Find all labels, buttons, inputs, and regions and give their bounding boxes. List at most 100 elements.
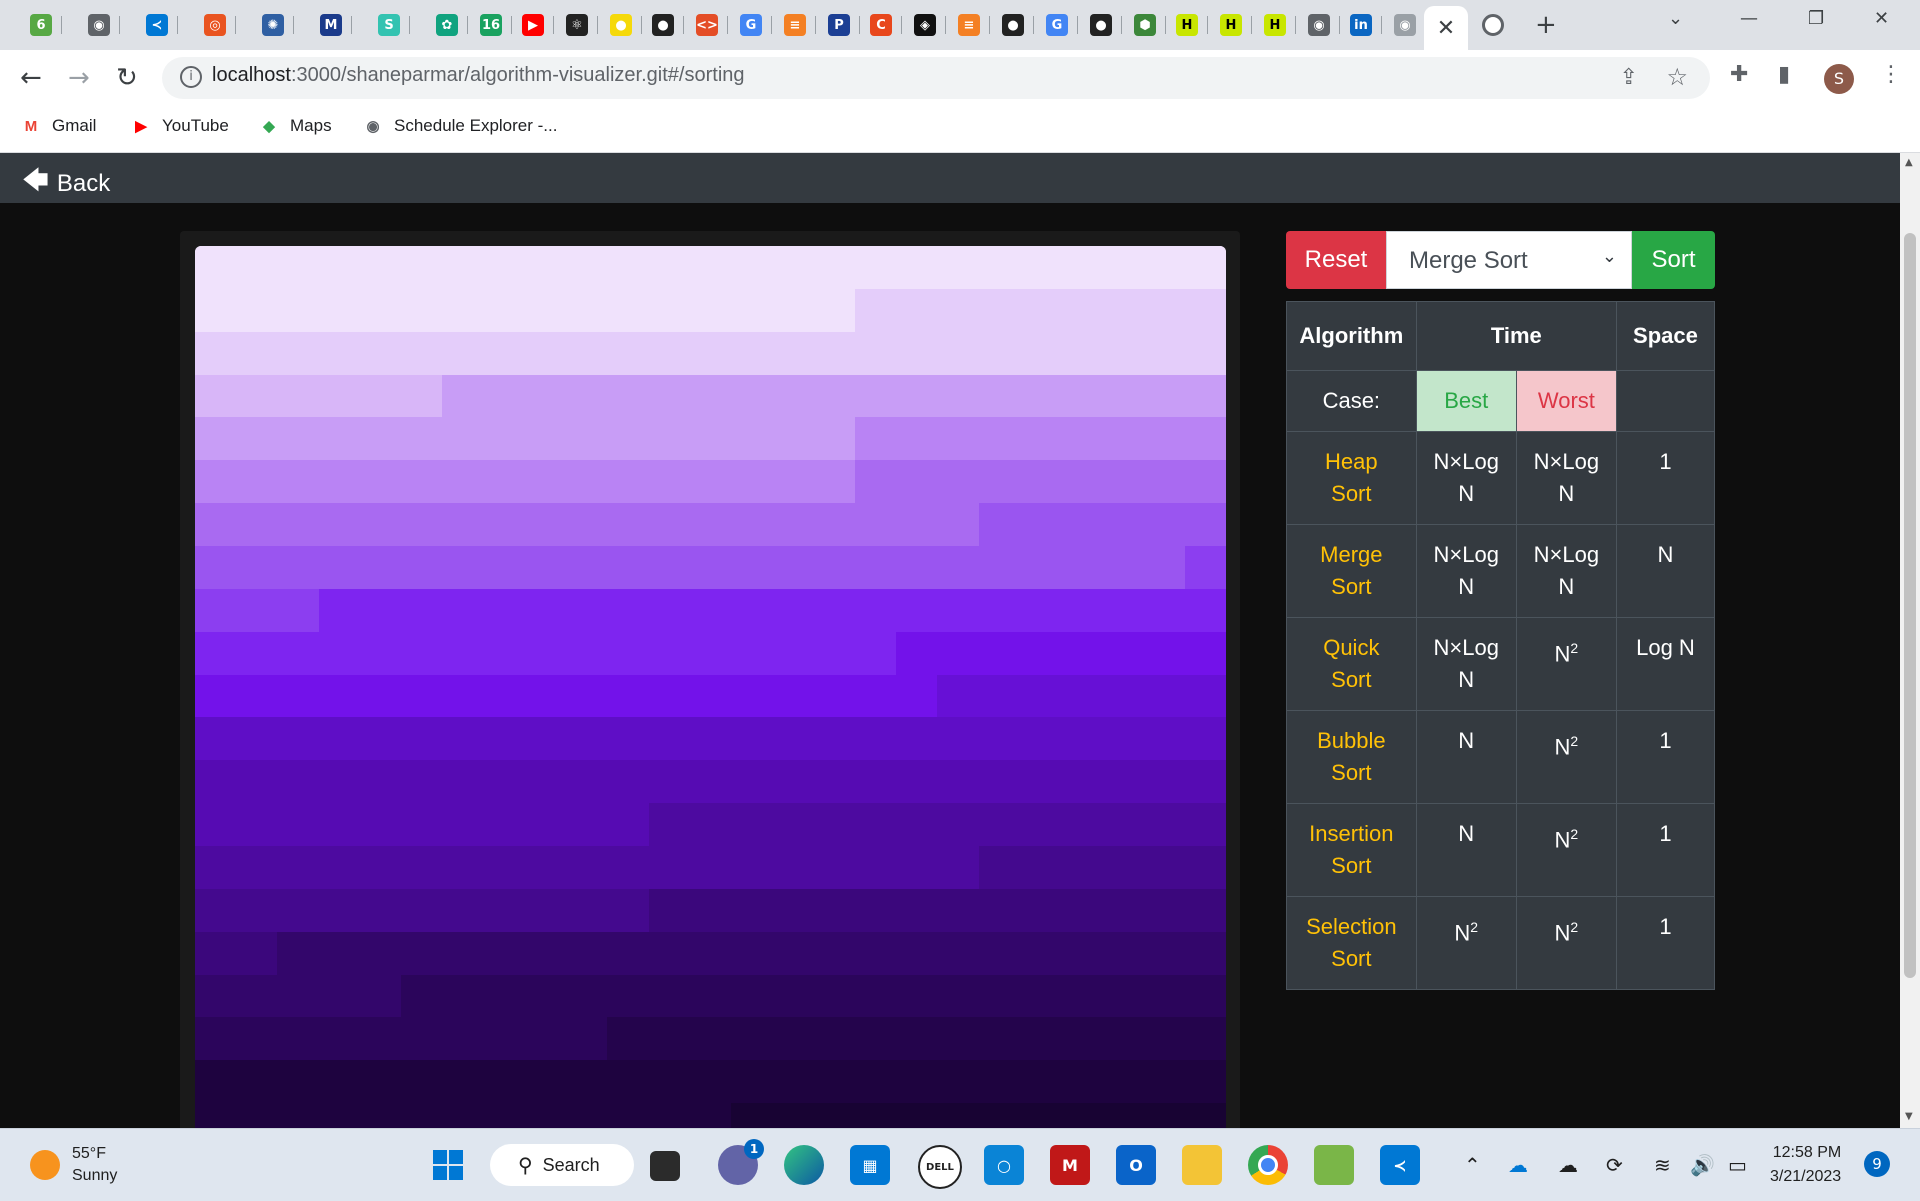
- side-panel-icon[interactable]: ▮: [1778, 62, 1790, 87]
- extensions-icon[interactable]: ✚: [1730, 62, 1748, 87]
- algorithm-select[interactable]: Merge Sort ⌄: [1386, 231, 1632, 289]
- tab-9[interactable]: ▶: [514, 8, 554, 42]
- sort-bar: [195, 717, 1226, 762]
- back-arrow-icon[interactable]: ←: [20, 64, 42, 92]
- github-icon: ●: [1090, 14, 1112, 36]
- tab-22[interactable]: ●: [1082, 8, 1122, 42]
- tab-26[interactable]: H: [1256, 8, 1296, 42]
- scroll-up-icon[interactable]: ▲: [1905, 157, 1913, 168]
- tab-active[interactable]: ✕: [1424, 6, 1468, 50]
- task-view-icon[interactable]: [650, 1151, 680, 1181]
- profile-avatar[interactable]: S: [1824, 64, 1854, 94]
- best-complexity: N×Log N: [1415, 524, 1517, 618]
- restore-button[interactable]: ❐: [1808, 8, 1824, 29]
- scroll-down-icon[interactable]: ▼: [1905, 1111, 1913, 1122]
- minimize-button[interactable]: —: [1740, 8, 1758, 29]
- sort-bar-step: [195, 974, 402, 1019]
- tab-18[interactable]: ◈: [906, 8, 946, 42]
- volume-icon[interactable]: 🔊: [1690, 1153, 1715, 1177]
- site-info-icon[interactable]: i: [180, 66, 202, 88]
- tab-13[interactable]: <>: [688, 8, 728, 42]
- windows-start-icon[interactable]: [428, 1145, 468, 1185]
- chrome-taskbar-icon[interactable]: [1248, 1145, 1288, 1185]
- h-icon: H: [1220, 14, 1242, 36]
- globe-icon: ◉: [1308, 14, 1330, 36]
- tab-10[interactable]: ⚛: [558, 8, 598, 42]
- bookmark-star-icon[interactable]: ☆: [1666, 63, 1688, 91]
- tab-16[interactable]: P: [820, 8, 860, 42]
- tab-21[interactable]: G: [1038, 8, 1078, 42]
- tab-11[interactable]: ●: [602, 8, 642, 42]
- best-complexity: N: [1415, 803, 1517, 897]
- taskbar-search[interactable]: ⚲ Search: [490, 1144, 634, 1186]
- system-clock[interactable]: 12:58 PM 3/21/2023: [1770, 1141, 1841, 1189]
- github-icon: ●: [1002, 14, 1024, 36]
- dell-icon[interactable]: DELL: [918, 1145, 962, 1189]
- algorithm-name: Heap Sort: [1286, 431, 1417, 525]
- file-explorer-icon[interactable]: [1182, 1145, 1222, 1185]
- menu-kebab-icon[interactable]: ⋮: [1880, 62, 1902, 87]
- bookmark-maps[interactable]: ◆ Maps: [258, 116, 331, 136]
- tab-29[interactable]: ◉: [1386, 8, 1426, 42]
- worst-complexity: N×Log N: [1515, 431, 1617, 525]
- tab-search-icon[interactable]: ⌄: [1668, 8, 1683, 29]
- tab-7[interactable]: ✿: [428, 8, 468, 42]
- tab-12[interactable]: ●: [644, 8, 684, 42]
- tab-27[interactable]: ◉: [1300, 8, 1340, 42]
- vscode-taskbar-icon[interactable]: ≺: [1380, 1145, 1420, 1185]
- battery-icon[interactable]: ▭: [1728, 1153, 1747, 1177]
- share-icon[interactable]: ⇪: [1620, 65, 1638, 90]
- tab-17[interactable]: C: [862, 8, 902, 42]
- store-icon[interactable]: ▦: [850, 1145, 890, 1185]
- weather-desc: Sunny: [72, 1167, 118, 1184]
- close-icon[interactable]: ✕: [1437, 16, 1455, 41]
- reload-icon[interactable]: ↻: [116, 64, 138, 92]
- bookmark-gmail[interactable]: M Gmail: [20, 116, 97, 136]
- notification-badge[interactable]: 9: [1864, 1151, 1890, 1177]
- outlook-icon[interactable]: O: [1116, 1145, 1156, 1185]
- sort-bar: [195, 931, 1226, 976]
- cloud-icon[interactable]: ☁: [1558, 1153, 1578, 1177]
- paint-icon[interactable]: [1314, 1145, 1354, 1185]
- tab-0[interactable]: 6: [22, 8, 62, 42]
- scroll-thumb[interactable]: [1904, 233, 1916, 978]
- tab-8[interactable]: 16: [472, 8, 512, 42]
- tab-24[interactable]: H: [1168, 8, 1208, 42]
- tab-3[interactable]: ◎: [196, 8, 236, 42]
- tab-4[interactable]: ✺: [254, 8, 294, 42]
- sort-button[interactable]: Sort: [1632, 231, 1715, 289]
- tab-20[interactable]: ●: [994, 8, 1034, 42]
- cortana-icon[interactable]: ○: [984, 1145, 1024, 1185]
- tab-chrome[interactable]: [1474, 8, 1512, 42]
- browser-toolbar: ← → ↻ i ⇪ ☆ localhost:3000/shaneparmar/a…: [0, 50, 1920, 106]
- tab-5[interactable]: M: [312, 8, 352, 42]
- bookmark-youtube[interactable]: ▶ YouTube: [130, 116, 229, 136]
- tab-1[interactable]: ◉: [80, 8, 120, 42]
- youtube-icon: ▶: [135, 118, 147, 135]
- tab-28[interactable]: in: [1342, 8, 1382, 42]
- wifi-icon[interactable]: ≋: [1654, 1153, 1671, 1177]
- tab-19[interactable]: ≡: [950, 8, 990, 42]
- teams-icon[interactable]: 1: [718, 1139, 764, 1185]
- tab-15[interactable]: ≡: [776, 8, 816, 42]
- tab-25[interactable]: H: [1212, 8, 1252, 42]
- edge-icon[interactable]: [784, 1145, 824, 1185]
- mcafee-icon[interactable]: M: [1050, 1145, 1090, 1185]
- algorithm-name: Quick Sort: [1286, 617, 1417, 711]
- tab-2[interactable]: ≺: [138, 8, 178, 42]
- forward-arrow-icon[interactable]: →: [68, 64, 90, 92]
- reset-button[interactable]: Reset: [1286, 231, 1386, 289]
- bookmark-schedule-explorer[interactable]: ◉ Schedule Explorer -...: [362, 116, 557, 136]
- close-window-button[interactable]: ✕: [1874, 8, 1889, 29]
- back-link[interactable]: 🡄 Back: [22, 162, 110, 206]
- show-hidden-icons[interactable]: ⌃: [1464, 1153, 1481, 1177]
- tab-14[interactable]: G: [732, 8, 772, 42]
- algorithm-name-line1: Insertion: [1309, 821, 1394, 846]
- sync-icon[interactable]: ⟳: [1606, 1153, 1623, 1177]
- new-tab-button[interactable]: +: [1535, 10, 1557, 40]
- weather-widget[interactable]: 55°F Sunny: [30, 1143, 117, 1187]
- page-scrollbar[interactable]: ▲ ▼: [1900, 153, 1920, 1128]
- tab-6[interactable]: S: [370, 8, 410, 42]
- onedrive-icon[interactable]: ☁: [1508, 1153, 1528, 1177]
- tab-23[interactable]: ⬢: [1126, 8, 1166, 42]
